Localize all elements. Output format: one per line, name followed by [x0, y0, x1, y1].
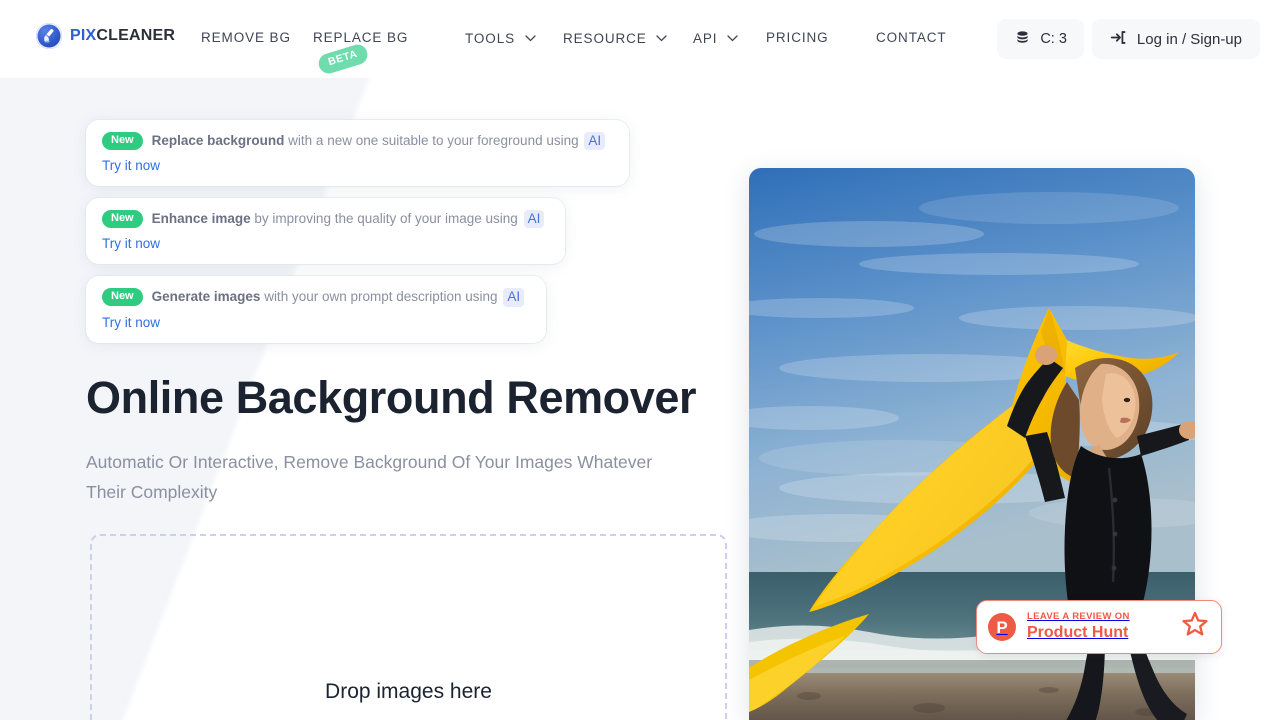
nav-item-tools[interactable]: TOOLS — [465, 26, 536, 51]
nav-item-contact-label: CONTACT — [876, 30, 947, 45]
nav-item-pricing[interactable]: PRICING — [766, 26, 829, 50]
notification-card[interactable]: New Replace background with a new one su… — [86, 120, 629, 187]
dropzone-label: Drop images here — [325, 680, 492, 703]
logo-text-cleaner: CLEANER — [96, 27, 176, 44]
header-actions: C: 3 Log in / Sign-up — [997, 19, 1260, 59]
nav-item-replace-bg-label: REPLACE BG — [313, 30, 409, 45]
nav-item-contact[interactable]: CONTACT — [876, 26, 947, 50]
logo-link[interactable]: PIXCLEANER — [36, 23, 175, 49]
chevron-down-icon — [727, 26, 738, 50]
new-badge: New — [102, 210, 143, 229]
logo-text-pix: PIX — [70, 27, 97, 44]
star-outline-icon — [1180, 610, 1210, 644]
notification-text-bold: Replace background — [151, 133, 285, 148]
notification-text-rest: with your own prompt description using — [260, 289, 502, 305]
site-header: PIXCLEANER REMOVE BG REPLACE BG BETA TOO… — [0, 0, 1280, 78]
credits-label: C: 3 — [1040, 31, 1067, 47]
credits-button[interactable]: C: 3 — [997, 19, 1084, 59]
notification-text: Generate images with your own prompt des… — [151, 288, 525, 307]
login-signup-label: Log in / Sign-up — [1136, 30, 1242, 48]
product-hunt-kicker: LEAVE A REVIEW ON — [1027, 610, 1130, 622]
notification-headline-row: New Generate images with your own prompt… — [102, 288, 530, 307]
notification-text-bold: Generate images — [151, 289, 261, 305]
notification-text: Replace background with a new one suitab… — [151, 132, 606, 151]
nav-item-remove-bg-label: REMOVE BG — [201, 30, 291, 45]
new-badge: New — [102, 288, 143, 307]
sign-in-icon — [1110, 29, 1127, 50]
product-hunt-badge[interactable]: P LEAVE A REVIEW ON Product Hunt — [976, 600, 1222, 654]
ai-chip: AI — [523, 210, 545, 229]
notification-text-rest: with a new one suitable to your foregrou… — [284, 133, 583, 148]
product-hunt-text: LEAVE A REVIEW ON Product Hunt — [1027, 610, 1169, 643]
notification-card[interactable]: New Enhance image by improving the quali… — [86, 198, 565, 265]
brush-circle-icon — [36, 23, 62, 49]
try-it-now-link[interactable]: Try it now — [102, 158, 160, 173]
notification-card-list: New Replace background with a new one su… — [86, 120, 629, 355]
notification-headline-row: New Replace background with a new one su… — [102, 132, 613, 151]
notification-headline-row: New Enhance image by improving the quali… — [102, 210, 549, 229]
login-signup-button[interactable]: Log in / Sign-up — [1091, 19, 1260, 59]
hero-subtitle: Automatic Or Interactive, Remove Backgro… — [86, 452, 653, 503]
chevron-down-icon — [656, 26, 668, 50]
image-dropzone[interactable]: Drop images here — [90, 534, 727, 720]
page-root: PIXCLEANER REMOVE BG REPLACE BG BETA TOO… — [0, 0, 1280, 720]
nav-item-pricing-label: PRICING — [766, 30, 829, 45]
notification-text-rest: by improving the quality of your image u… — [250, 211, 522, 227]
try-it-now-link[interactable]: Try it now — [102, 315, 160, 330]
notification-text-bold: Enhance image — [151, 211, 251, 227]
new-badge: New — [102, 132, 143, 151]
nav-item-api[interactable]: API — [693, 26, 738, 51]
nav-item-resource-label: RESOURCE — [563, 31, 647, 46]
product-hunt-logo-icon: P — [988, 613, 1016, 641]
nav-item-remove-bg[interactable]: REMOVE BG — [201, 26, 290, 50]
logo-text: PIXCLEANER — [70, 28, 175, 44]
coins-icon — [1014, 29, 1031, 50]
nav-item-resource[interactable]: RESOURCE — [563, 26, 668, 51]
ai-chip: AI — [584, 132, 606, 151]
ai-chip: AI — [503, 288, 525, 307]
chevron-down-icon — [525, 26, 536, 50]
nav-item-tools-label: TOOLS — [465, 31, 516, 46]
hero-section: Online Background Remover Automatic Or I… — [86, 372, 697, 507]
notification-card[interactable]: New Generate images with your own prompt… — [86, 276, 546, 343]
try-it-now-link[interactable]: Try it now — [102, 236, 160, 251]
page-title: Online Background Remover — [86, 372, 697, 423]
product-hunt-name: Product Hunt — [1027, 624, 1129, 642]
notification-text: Enhance image by improving the quality o… — [151, 210, 545, 229]
nav-item-api-label: API — [693, 31, 718, 46]
